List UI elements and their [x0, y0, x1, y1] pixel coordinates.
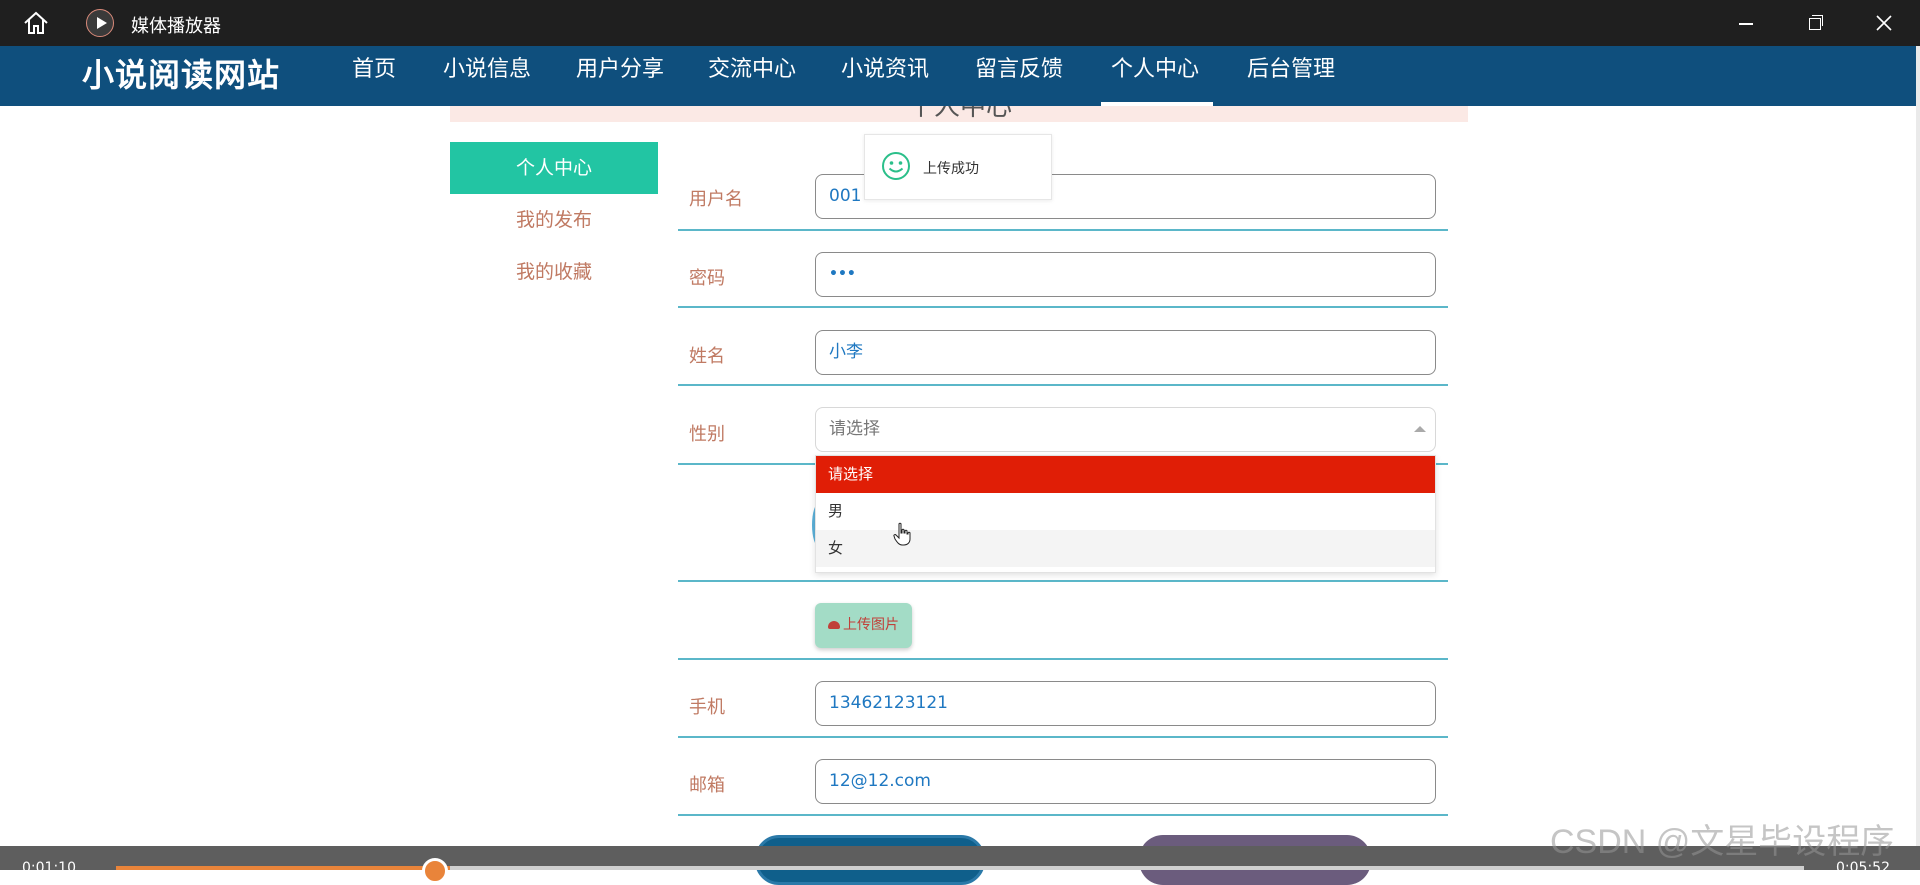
row-divider: [678, 814, 1448, 816]
watermark: CSDN @文星毕设程序: [1550, 823, 1895, 861]
nav-personal-center[interactable]: 个人中心: [1111, 56, 1199, 100]
nav-feedback[interactable]: 留言反馈: [975, 56, 1063, 100]
page-scrollbar[interactable]: [1916, 46, 1920, 870]
email-field[interactable]: 12@12.com: [815, 759, 1436, 804]
phone-field[interactable]: 13462123121: [815, 681, 1436, 726]
minimize-icon[interactable]: [1728, 8, 1764, 38]
row-divider: [678, 384, 1448, 386]
sidebar-item-my-posts[interactable]: 我的发布: [450, 200, 658, 240]
sidebar-item-my-favorites[interactable]: 我的收藏: [450, 252, 658, 292]
password-label: 密码: [689, 268, 725, 289]
row-divider: [678, 658, 1448, 660]
nav-exchange[interactable]: 交流中心: [708, 56, 796, 100]
gender-select[interactable]: 请选择: [815, 407, 1436, 452]
seek-handle[interactable]: [422, 858, 448, 884]
nav-user-share[interactable]: 用户分享: [576, 56, 664, 100]
nav-home[interactable]: 首页: [352, 56, 396, 100]
media-player-icon: [86, 9, 114, 37]
site-navbar: [0, 46, 1920, 106]
upload-success-toast: 上传成功: [864, 134, 1052, 200]
nav-news[interactable]: 小说资讯: [841, 56, 929, 100]
sidebar-item-personal-center[interactable]: 个人中心: [450, 142, 658, 194]
home-icon[interactable]: [22, 10, 50, 36]
restore-icon[interactable]: [1797, 8, 1833, 38]
player-title: 媒体播放器: [131, 16, 221, 37]
email-label: 邮箱: [689, 775, 725, 796]
gender-dropdown: 请选择 男 女: [815, 455, 1436, 573]
row-divider: [678, 736, 1448, 738]
close-icon[interactable]: [1875, 14, 1893, 32]
nav-admin[interactable]: 后台管理: [1247, 56, 1335, 100]
toast-message: 上传成功: [923, 161, 979, 177]
upload-image-button[interactable]: 上传图片: [815, 603, 912, 648]
cloud-upload-icon: [828, 621, 840, 629]
site-title[interactable]: 小说阅读网站: [82, 50, 280, 96]
row-divider: [678, 306, 1448, 308]
row-divider: [678, 229, 1448, 231]
page-heading: 个人中心: [908, 106, 1013, 122]
username-label: 用户名: [689, 189, 743, 210]
upload-image-label: 上传图片: [843, 617, 899, 633]
time-elapsed: 0:01:10: [22, 860, 76, 876]
gender-option-placeholder[interactable]: 请选择: [816, 456, 1435, 493]
chevron-up-icon: [1414, 426, 1426, 432]
password-field[interactable]: •••: [815, 252, 1436, 297]
media-player-titlebar: [0, 0, 1920, 46]
name-field[interactable]: 小李: [815, 330, 1436, 375]
hand-cursor-icon: [893, 522, 911, 546]
page-heading-banner: 个人中心: [450, 106, 1468, 122]
name-label: 姓名: [689, 346, 725, 367]
smile-icon: [882, 152, 910, 180]
phone-label: 手机: [689, 697, 725, 718]
seek-bar-progress: [116, 866, 451, 870]
nav-novel-info[interactable]: 小说信息: [443, 56, 531, 100]
gender-label: 性别: [689, 424, 725, 445]
row-divider: [678, 580, 1448, 582]
